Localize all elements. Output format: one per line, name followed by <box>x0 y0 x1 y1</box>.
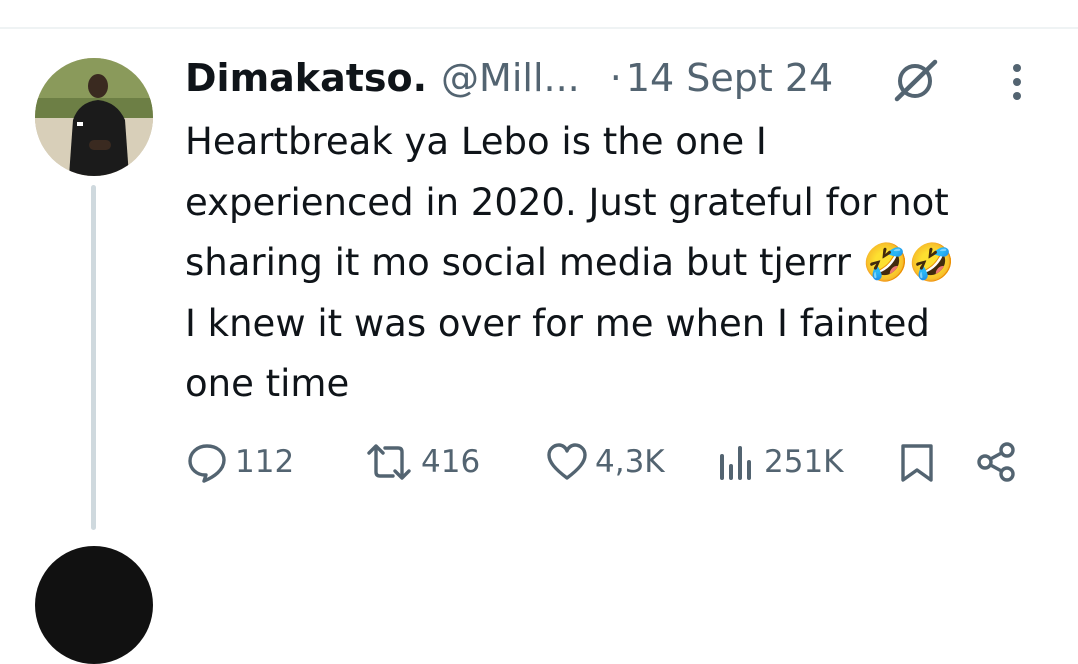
next-reply-avatar[interactable] <box>35 546 153 664</box>
separator-dot: · <box>609 56 622 100</box>
profile-photo-icon <box>35 58 153 176</box>
tweet-date[interactable]: 14 Sept 24 <box>626 52 833 104</box>
reply-button[interactable]: 112 <box>185 438 294 486</box>
views-button[interactable]: 251K <box>718 438 844 486</box>
bookmark-icon <box>901 444 933 482</box>
top-divider <box>0 27 1078 29</box>
share-icon <box>977 442 1015 482</box>
like-button[interactable]: 4,3K <box>545 438 665 486</box>
share-button[interactable] <box>975 438 1019 486</box>
views-icon <box>720 446 751 480</box>
thread-line <box>91 185 96 530</box>
avatar[interactable] <box>35 58 153 176</box>
tweet-header: Dimakatso. @Mill... · 14 Sept 24 <box>185 52 833 104</box>
more-options-icon[interactable] <box>1002 60 1032 104</box>
repost-button[interactable]: 416 <box>363 438 480 486</box>
repost-count: 416 <box>421 444 481 480</box>
tweet-text: Heartbreak ya Lebo is the one I experien… <box>185 120 955 405</box>
grok-icon[interactable] <box>893 57 939 103</box>
repost-icon <box>367 444 411 480</box>
action-bar: 112 416 4,3K 251K <box>185 438 1035 486</box>
bookmark-button[interactable] <box>897 438 937 486</box>
display-name[interactable]: Dimakatso. <box>185 52 427 104</box>
like-count: 4,3K <box>595 444 665 480</box>
like-icon <box>547 443 587 480</box>
reply-count: 112 <box>235 444 295 480</box>
views-count: 251K <box>764 444 844 480</box>
user-handle[interactable]: @Mill... <box>441 52 580 104</box>
reply-icon <box>188 444 226 483</box>
